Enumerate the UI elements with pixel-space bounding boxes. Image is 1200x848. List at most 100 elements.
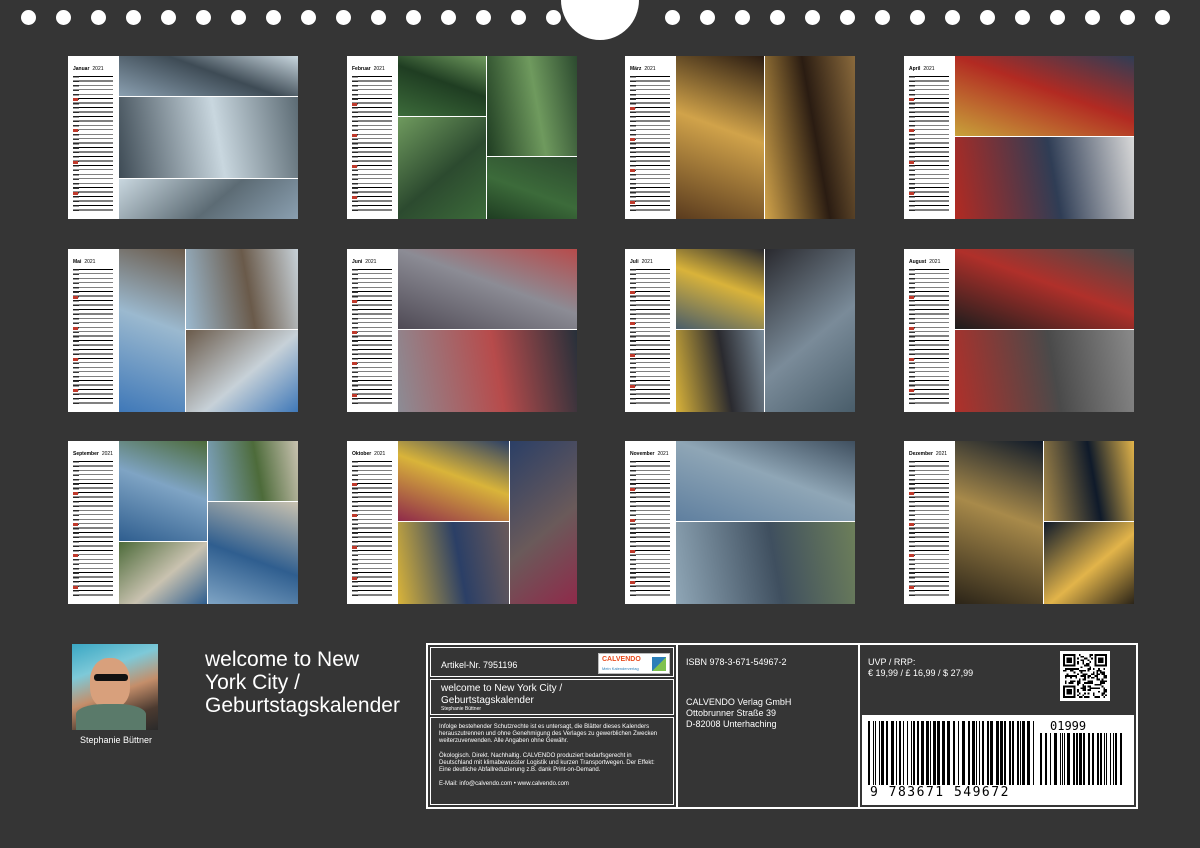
binding-hole bbox=[126, 10, 141, 25]
sunday-marker bbox=[73, 98, 78, 102]
month-photo bbox=[676, 441, 855, 521]
month-photo bbox=[398, 249, 577, 329]
info-column-middle: ISBN 978-3-671-54967-2 CALVENDO Verlag G… bbox=[676, 645, 860, 807]
day-lines bbox=[630, 269, 670, 407]
sunday-marker bbox=[73, 358, 78, 361]
day-numbers bbox=[352, 269, 358, 407]
month-title: März 2021 bbox=[630, 66, 656, 72]
info-column-left: Artikel-Nr. 7951196 CALVENDO Mein Kalend… bbox=[428, 645, 676, 807]
month-title: Juli 2021 bbox=[630, 259, 653, 265]
sunday-marker bbox=[352, 393, 357, 397]
month-photo bbox=[955, 441, 1043, 604]
binding-hole bbox=[945, 10, 960, 25]
sunday-marker bbox=[73, 554, 78, 558]
month-photo bbox=[955, 249, 1134, 329]
month-photo bbox=[208, 441, 298, 501]
day-lines bbox=[352, 269, 392, 407]
sunday-marker bbox=[73, 160, 78, 164]
sunday-marker bbox=[630, 581, 635, 585]
sunday-marker bbox=[352, 483, 357, 487]
binding-hole bbox=[665, 10, 680, 25]
month-photo bbox=[955, 137, 1134, 219]
sunday-marker bbox=[352, 102, 357, 106]
month-page: Mai 2021 bbox=[68, 249, 298, 412]
month-photo bbox=[487, 157, 577, 219]
month-photo bbox=[398, 117, 486, 219]
month-photo bbox=[955, 56, 1134, 136]
sunday-marker bbox=[909, 191, 914, 195]
binding-hole bbox=[441, 10, 456, 25]
month-title: Februar 2021 bbox=[352, 66, 385, 72]
binding-hole bbox=[980, 10, 995, 25]
month-photo bbox=[765, 56, 855, 219]
month-photo bbox=[398, 441, 509, 521]
month-photo bbox=[1044, 522, 1134, 604]
sunday-marker bbox=[909, 389, 914, 393]
barcode-number: 9 783671 549672 bbox=[870, 785, 1010, 800]
sunday-marker bbox=[73, 129, 78, 133]
calendar-title: welcome to New York City / Geburtstagska… bbox=[205, 648, 400, 717]
day-numbers bbox=[352, 76, 358, 214]
sunday-marker bbox=[630, 487, 635, 491]
month-photo bbox=[676, 56, 764, 219]
barcode: 01999 9 783671 549672 bbox=[862, 715, 1134, 805]
month-page: September 2021 bbox=[68, 441, 298, 604]
month-photo bbox=[676, 330, 764, 412]
day-numbers bbox=[73, 269, 79, 407]
binding-hole bbox=[301, 10, 316, 25]
month-photo bbox=[208, 502, 298, 604]
binding-hole bbox=[546, 10, 561, 25]
day-numbers bbox=[73, 461, 79, 599]
month-photo bbox=[398, 330, 577, 412]
month-page: Februar 2021 bbox=[347, 56, 577, 219]
binding-hole bbox=[735, 10, 750, 25]
sunday-marker bbox=[630, 169, 635, 173]
month-grid: Januar 2021 Februar 2021 März 2021 April 2021 Ma… bbox=[68, 56, 1134, 604]
month-photo bbox=[119, 249, 185, 412]
month-page: März 2021 bbox=[625, 56, 855, 219]
day-lines bbox=[909, 76, 949, 214]
eco-notice: Ökologisch. Direkt. Nachhaltig. CALVENDO… bbox=[439, 752, 655, 774]
sunday-marker bbox=[352, 196, 357, 200]
sunday-marker bbox=[630, 138, 635, 142]
sunday-marker bbox=[909, 523, 914, 527]
month-title: Dezember 2021 bbox=[909, 451, 948, 457]
publisher-address: CALVENDO Verlag GmbH Ottobrunner Straße … bbox=[686, 697, 792, 729]
sunday-marker bbox=[909, 129, 914, 133]
month-photo bbox=[119, 542, 207, 604]
day-lines bbox=[73, 269, 113, 407]
sunday-marker bbox=[352, 165, 357, 168]
binding-hole bbox=[1015, 10, 1030, 25]
binding-hole bbox=[56, 10, 71, 25]
month-photo bbox=[119, 56, 298, 96]
binding-hole bbox=[805, 10, 820, 25]
author-photo bbox=[72, 644, 158, 730]
sunday-marker bbox=[630, 200, 635, 204]
binding-hole bbox=[476, 10, 491, 25]
binding-hole bbox=[406, 10, 421, 25]
binding-hole bbox=[196, 10, 211, 25]
day-lines bbox=[352, 76, 392, 214]
month-photo bbox=[765, 249, 855, 412]
month-photo bbox=[119, 97, 298, 178]
article-number: Artikel-Nr. 7951196 bbox=[441, 660, 518, 670]
month-photo bbox=[119, 441, 207, 541]
calvendo-logo: CALVENDO Mein Kalenderverlag bbox=[598, 653, 670, 674]
month-page: April 2021 bbox=[904, 56, 1134, 219]
binding-hole bbox=[1120, 10, 1135, 25]
sunday-marker bbox=[630, 353, 635, 357]
day-lines bbox=[630, 461, 670, 599]
binding-hole bbox=[511, 10, 526, 25]
month-photo bbox=[955, 330, 1134, 412]
sunday-marker bbox=[630, 291, 635, 295]
sunday-marker bbox=[909, 358, 914, 361]
sunday-marker bbox=[909, 160, 914, 164]
price-info: UVP / RRP: € 19,99 / £ 16,99 / $ 27,99 bbox=[868, 657, 974, 678]
sunday-marker bbox=[630, 322, 635, 326]
sunday-marker bbox=[73, 523, 78, 527]
day-lines bbox=[352, 461, 392, 599]
month-title: April 2021 bbox=[909, 66, 935, 72]
month-page: Dezember 2021 bbox=[904, 441, 1134, 604]
info-author: Stephanie Büttner bbox=[441, 706, 482, 712]
day-numbers bbox=[909, 269, 915, 407]
